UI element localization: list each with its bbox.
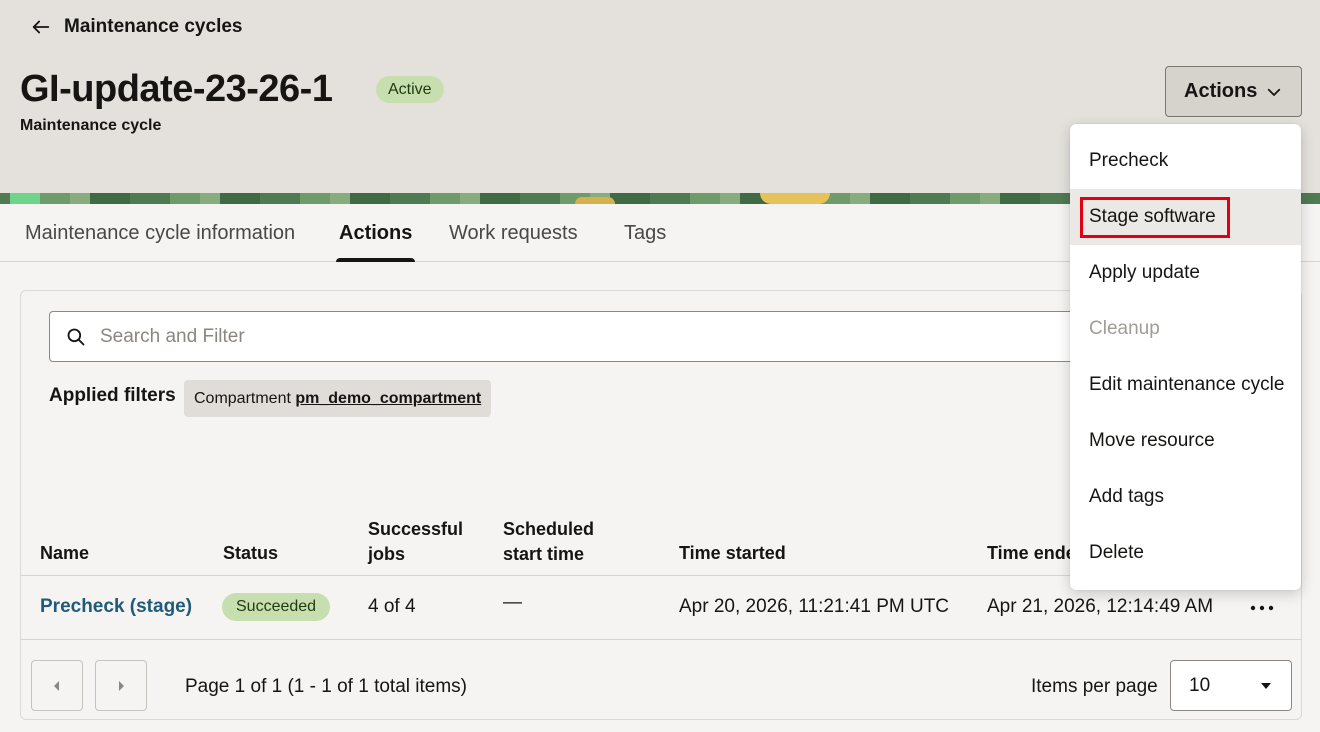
row-time-ended: Apr 21, 2026, 12:14:49 AM — [987, 596, 1214, 617]
menu-item-add-tags[interactable]: Add tags — [1070, 469, 1301, 525]
next-page-button[interactable] — [95, 660, 147, 711]
tab-work-requests[interactable]: Work requests — [449, 204, 578, 262]
menu-item-cleanup: Cleanup — [1089, 318, 1160, 339]
column-header-line: Successful — [368, 519, 464, 539]
tab-actions[interactable]: Actions — [335, 204, 416, 262]
tab-maintenance-cycle-information[interactable]: Maintenance cycle information — [25, 204, 295, 262]
row-status-badge: Succeeded — [222, 593, 331, 621]
status-badge: Active — [376, 76, 444, 103]
actions-button-label: Actions — [1184, 80, 1258, 102]
items-per-page-value: 10 — [1189, 674, 1211, 696]
search-input[interactable] — [100, 325, 1200, 348]
column-header-status[interactable]: Status — [223, 541, 278, 566]
menu-item-stage-software[interactable]: Stage software — [1070, 189, 1301, 245]
column-header-scheduled-start-time[interactable]: Scheduled start time — [503, 517, 594, 567]
menu-item-delete[interactable]: Delete — [1070, 525, 1301, 581]
previous-page-button[interactable] — [31, 660, 83, 711]
column-header-name[interactable]: Name — [40, 541, 89, 566]
row-name-link[interactable]: Precheck (stage) — [40, 594, 192, 620]
banner-accent — [575, 197, 615, 204]
menu-item-edit-maintenance-cycle[interactable]: Edit maintenance cycle — [1070, 357, 1301, 413]
actions-dropdown-menu: Precheck Stage software Apply update Cle… — [1070, 124, 1301, 590]
more-options-icon[interactable] — [1249, 598, 1275, 618]
filter-chip-compartment[interactable]: Compartment pm_demo_compartment — [184, 380, 492, 417]
page-subtitle: Maintenance cycle — [20, 117, 162, 134]
banner-accent — [760, 193, 830, 204]
banner-accent — [10, 193, 40, 204]
row-time-started: Apr 20, 2026, 11:21:41 PM UTC — [679, 596, 950, 617]
filter-chip-key: Compartment — [194, 390, 291, 407]
actions-button[interactable]: Actions — [1165, 66, 1302, 117]
pagination-info: Page 1 of 1 (1 - 1 of 1 total items) — [185, 676, 467, 697]
column-header-line: Scheduled — [503, 519, 595, 539]
menu-item-precheck[interactable]: Precheck — [1070, 133, 1301, 189]
highlight-annotation — [1080, 197, 1230, 238]
items-per-page-label: Items per page — [1031, 676, 1158, 697]
column-header-line: start time — [503, 544, 585, 564]
caret-left-icon — [54, 680, 59, 691]
applied-filters-label: Applied filters — [49, 385, 176, 406]
menu-item-move-resource[interactable]: Move resource — [1070, 413, 1301, 469]
search-icon — [67, 328, 85, 345]
row-successful-jobs: 4 of 4 — [368, 596, 416, 617]
chevron-down-icon — [1267, 88, 1281, 96]
back-link[interactable]: Maintenance cycles — [30, 14, 242, 40]
caret-right-icon — [119, 680, 124, 691]
column-header-line: jobs — [368, 544, 406, 564]
page-title: GI-update-23-26-1 — [20, 68, 333, 110]
column-header-time-started[interactable]: Time started — [679, 541, 786, 566]
filter-chip-value[interactable]: pm_demo_compartment — [295, 390, 481, 407]
menu-item-apply-update[interactable]: Apply update — [1070, 245, 1301, 301]
row-scheduled-start: — — [503, 592, 522, 613]
caret-down-icon — [1261, 682, 1271, 689]
tab-tags[interactable]: Tags — [624, 204, 666, 262]
column-header-successful-jobs[interactable]: Successful jobs — [368, 517, 463, 567]
items-per-page-select[interactable]: 10 — [1170, 660, 1292, 711]
breadcrumb-label: Maintenance cycles — [64, 16, 243, 37]
arrow-left-icon — [32, 20, 50, 34]
